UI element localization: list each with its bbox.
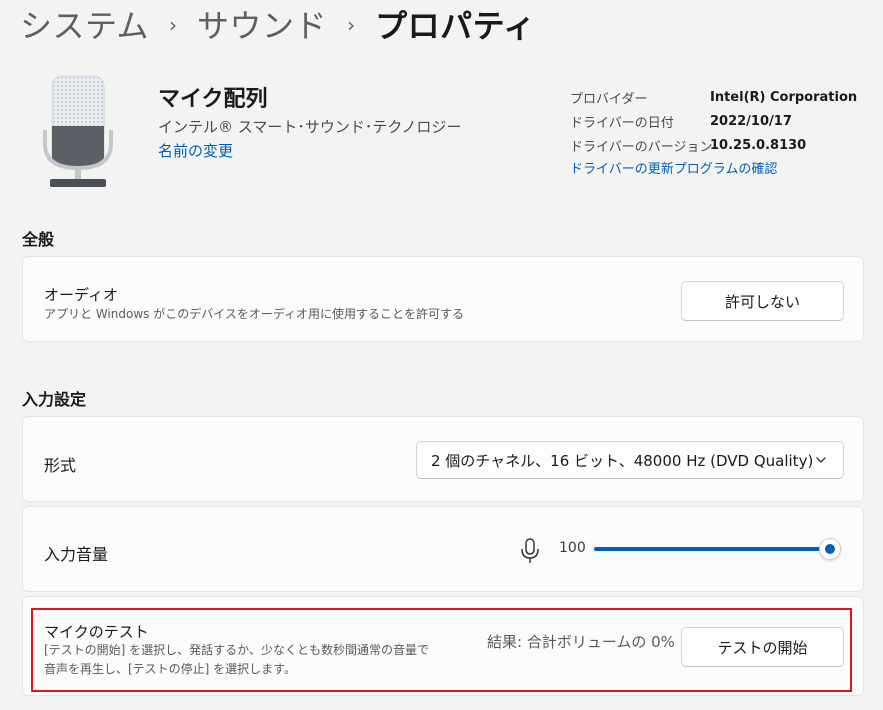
audio-card: オーディオ アプリと Windows がこのデバイスをオーディオ用に使用すること… — [22, 256, 864, 342]
mic-test-description-line1: [テストの開始] を選択し、発話するか、少なくとも数秒間通常の音量で — [44, 643, 429, 657]
disallow-button[interactable]: 許可しない — [681, 281, 844, 321]
breadcrumb-sound[interactable]: サウンド — [197, 1, 327, 47]
driver-update-link[interactable]: ドライバーの更新プログラムの確認 — [570, 158, 777, 177]
breadcrumb: システム › サウンド › プロパティ — [20, 2, 536, 46]
audio-description: アプリと Windows がこのデバイスをオーディオ用に使用することを許可する — [44, 307, 464, 321]
format-selected-value: 2 個のチャネル、16 ビット、48000 Hz (DVD Quality) — [431, 451, 814, 470]
mic-test-card: マイクのテスト [テストの開始] を選択し、発話するか、少なくとも数秒間通常の音… — [22, 596, 864, 696]
driver-provider-value: Intel(R) Corporation — [710, 89, 858, 105]
sound-properties-page: システム › サウンド › プロパティ マイク配列 インテル® スマート･サウン… — [0, 0, 883, 710]
driver-date-row: ドライバーの日付 2022/10/17 — [570, 109, 857, 133]
mic-test-result: 結果: 合計ボリュームの 0% — [487, 633, 675, 651]
mic-test-description-line2: 音声を再生し、[テストの停止] を選択します。 — [44, 662, 296, 676]
rename-link[interactable]: 名前の変更 — [158, 140, 233, 161]
microphone-icon — [43, 75, 113, 187]
driver-provider-label: プロバイダー — [570, 91, 648, 107]
input-volume-value: 100 — [559, 540, 586, 556]
input-volume-card: 入力音量 100 — [22, 506, 864, 592]
driver-date-label: ドライバーの日付 — [570, 115, 674, 131]
format-dropdown[interactable]: 2 個のチャネル、16 ビット、48000 Hz (DVD Quality) — [416, 441, 844, 479]
format-card: 形式 2 個のチャネル、16 ビット、48000 Hz (DVD Quality… — [22, 416, 864, 502]
driver-version-value: 10.25.0.8130 — [710, 137, 807, 153]
section-title-general: 全般 — [22, 230, 55, 249]
input-volume-label: 入力音量 — [44, 545, 109, 564]
driver-info: プロバイダー Intel(R) Corporation ドライバーの日付 202… — [570, 85, 857, 157]
device-manufacturer: インテル® スマート･サウンド･テクノロジー — [158, 118, 462, 136]
driver-provider-row: プロバイダー Intel(R) Corporation — [570, 85, 857, 109]
audio-title: オーディオ — [44, 286, 118, 304]
breadcrumb-separator: › — [169, 13, 178, 37]
input-volume-slider-thumb[interactable] — [819, 538, 841, 560]
format-label: 形式 — [44, 456, 77, 475]
device-name: マイク配列 — [158, 87, 268, 112]
section-title-input: 入力設定 — [22, 390, 87, 409]
input-volume-slider-track[interactable] — [594, 547, 830, 551]
driver-version-row: ドライバーのバージョン 10.25.0.8130 — [570, 133, 857, 157]
driver-date-value: 2022/10/17 — [710, 113, 792, 129]
page-title: プロパティ — [375, 7, 536, 45]
driver-version-label: ドライバーのバージョン — [570, 139, 713, 155]
breadcrumb-system[interactable]: システム — [20, 1, 149, 47]
start-test-button[interactable]: テストの開始 — [681, 627, 844, 667]
mic-test-title: マイクのテスト — [44, 623, 149, 641]
chevron-down-icon — [816, 457, 826, 463]
breadcrumb-separator: › — [347, 13, 356, 37]
microphone-icon[interactable] — [519, 537, 541, 565]
